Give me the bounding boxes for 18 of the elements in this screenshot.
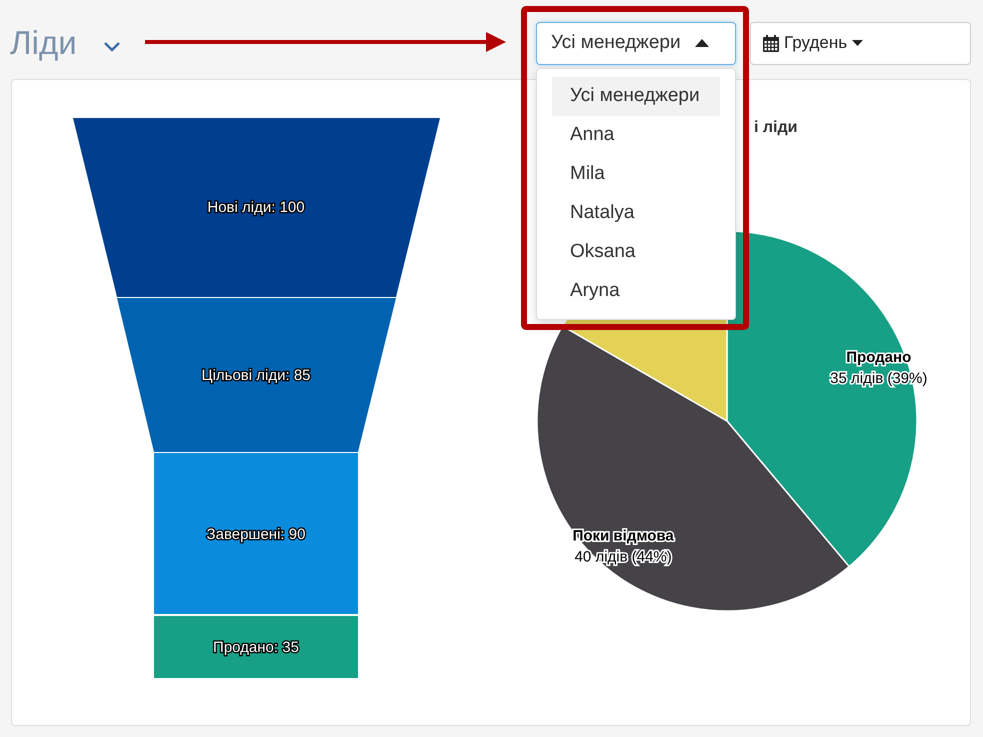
menu-item[interactable]: Oksana	[552, 232, 720, 272]
stage-label: Продано: 35	[213, 639, 299, 656]
page-title: Ліди	[10, 24, 77, 62]
stage-label: Завершені: 90	[206, 526, 306, 543]
menu-item[interactable]: Aryna	[552, 272, 720, 310]
month-dropdown[interactable]: Грудень	[750, 22, 971, 64]
chevron-down-icon[interactable]	[102, 40, 121, 52]
calendar-icon	[763, 34, 779, 52]
menu-item[interactable]: Усі менеджери	[552, 76, 720, 116]
menu-item[interactable]: Anna	[552, 116, 720, 154]
menu-item[interactable]: Natalya	[552, 194, 720, 232]
caret-icon	[852, 40, 864, 46]
manager-dropdown[interactable]: Усі менеджери	[536, 22, 736, 64]
stage-label: Нові ліди: 100	[207, 199, 305, 216]
menu-item[interactable]: Mila	[552, 154, 720, 194]
chart-title: і ліди	[754, 119, 798, 136]
stage-label: Цільові ліди: 85	[201, 367, 311, 384]
caret-icon	[694, 39, 709, 47]
